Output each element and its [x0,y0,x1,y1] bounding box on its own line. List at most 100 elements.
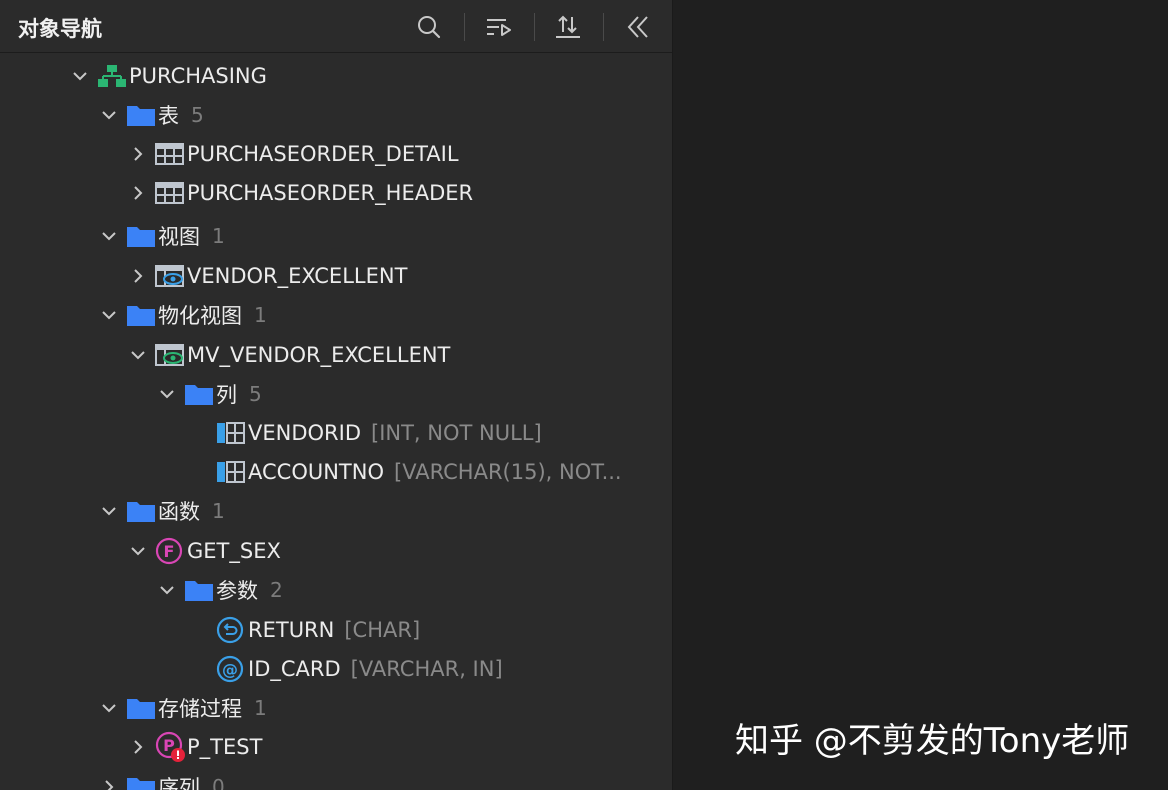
at-sign-icon: @ [216,654,248,684]
column-label: ACCOUNTNO [248,460,384,484]
folder-icon [126,772,158,790]
chevron-down-icon[interactable] [98,304,120,326]
view-label: VENDOR_EXCELLENT [187,264,408,288]
param-label: RETURN [248,618,335,642]
chevron-right-icon[interactable] [127,143,149,165]
folder-label: 表 [158,104,179,128]
search-icon [418,16,441,39]
tree-node-procedure[interactable]: P P_TEST [0,728,672,766]
tree-node-schema[interactable]: PURCHASING [0,57,672,95]
chevron-down-icon[interactable] [156,383,178,405]
folder-icon [184,379,216,409]
filter-button[interactable] [478,8,518,46]
column-icon [216,418,248,448]
chevron-down-icon[interactable] [156,579,178,601]
return-icon [216,615,248,645]
chevron-down-icon[interactable] [98,500,120,522]
folder-label: 函数 [158,500,200,524]
column-icon [216,457,248,487]
sort-button[interactable] [548,8,588,46]
tree-node-folder-columns[interactable]: 列 5 [0,375,672,413]
tree-node-table[interactable]: PURCHASEORDER_DETAIL [0,135,672,173]
chevron-down-icon[interactable] [127,344,149,366]
tree-node-column[interactable]: VENDORID [INT, NOT NULL] [0,414,672,452]
tree-node-folder-functions[interactable]: 函数 1 [0,492,672,530]
chevron-down-icon[interactable] [69,65,91,87]
table-label: PURCHASEORDER_DETAIL [187,142,459,166]
function-icon: F [155,536,187,566]
folder-count: 1 [212,224,225,248]
column-type: [INT, NOT NULL] [371,421,542,445]
folder-icon [126,300,158,330]
folder-label: 序列 [158,776,200,790]
param-label: ID_CARD [248,657,341,681]
toolbar-divider [534,13,535,41]
schema-label: PURCHASING [129,64,267,88]
tree-node-folder-params[interactable]: 参数 2 [0,571,672,609]
svg-text:F: F [164,542,175,561]
folder-label: 列 [216,383,237,407]
table-label: PURCHASEORDER_HEADER [187,181,474,205]
folder-icon [126,100,158,130]
sort-icon [556,15,580,38]
chevron-down-icon[interactable] [98,104,120,126]
tree-node-folder-mviews[interactable]: 物化视图 1 [0,296,672,334]
function-label: GET_SEX [187,539,281,563]
folder-count: 2 [270,578,283,602]
panel-title: 对象导航 [18,17,102,41]
tree-node-folder-tables[interactable]: 表 5 [0,96,672,134]
column-label: VENDORID [248,421,361,445]
tree-node-param[interactable]: @ ID_CARD [VARCHAR, IN] [0,650,672,688]
procedure-icon: P [155,731,187,762]
tree-node-column[interactable]: ACCOUNTNO [VARCHAR(15), NOT... [0,453,672,491]
toolbar-divider [603,13,604,41]
search-button[interactable] [409,8,449,46]
tree-node-function[interactable]: F GET_SEX [0,532,672,570]
schema-icon [97,61,129,91]
folder-icon [126,221,158,251]
param-type: [VARCHAR, IN] [350,657,503,681]
panel-header: 对象导航 [0,0,672,53]
chevron-right-icon[interactable] [98,776,120,790]
view-icon [155,261,187,291]
folder-count: 1 [254,696,267,720]
folder-label: 物化视图 [158,304,242,328]
toolbar-divider [464,13,465,41]
folder-icon [184,575,216,605]
chevron-right-icon[interactable] [127,265,149,287]
chevron-down-icon[interactable] [98,697,120,719]
svg-text:@: @ [222,660,238,679]
tree-node-folder-sequences[interactable]: 序列 0 [0,768,672,790]
folder-count: 0 [212,775,225,790]
tree-node-view[interactable]: VENDOR_EXCELLENT [0,257,672,295]
folder-label: 视图 [158,225,200,249]
folder-label: 存储过程 [158,697,242,721]
mview-label: MV_VENDOR_EXCELLENT [187,343,451,367]
double-chevron-left-icon [627,16,648,38]
collapse-panel-button[interactable] [618,8,658,46]
folder-count: 5 [249,382,262,406]
procedure-label: P_TEST [187,735,263,759]
tree-node-mview[interactable]: MV_VENDOR_EXCELLENT [0,336,672,374]
tree-node-table[interactable]: PURCHASEORDER_HEADER [0,174,672,212]
folder-icon [126,693,158,723]
tree-node-param[interactable]: RETURN [CHAR] [0,611,672,649]
param-type: [CHAR] [344,618,421,642]
folder-count: 1 [254,303,267,327]
column-type: [VARCHAR(15), NOT... [394,460,622,484]
folder-icon [126,496,158,526]
tree-node-folder-procedures[interactable]: 存储过程 1 [0,689,672,727]
chevron-down-icon[interactable] [98,225,120,247]
folder-label: 参数 [216,579,258,603]
filter-list-icon [487,19,511,36]
materialized-view-icon [155,340,187,370]
table-icon [155,178,187,208]
chevron-right-icon[interactable] [127,736,149,758]
folder-count: 1 [212,499,225,523]
tree-node-folder-views[interactable]: 视图 1 [0,217,672,255]
table-icon [155,139,187,169]
object-navigator-panel: 对象导航 PURCHASING 表 5 PURCHASEORDER_DETAIL… [0,0,673,790]
watermark: 知乎 @不剪发的Tony老师 [735,721,1130,761]
chevron-down-icon[interactable] [127,540,149,562]
chevron-right-icon[interactable] [127,182,149,204]
